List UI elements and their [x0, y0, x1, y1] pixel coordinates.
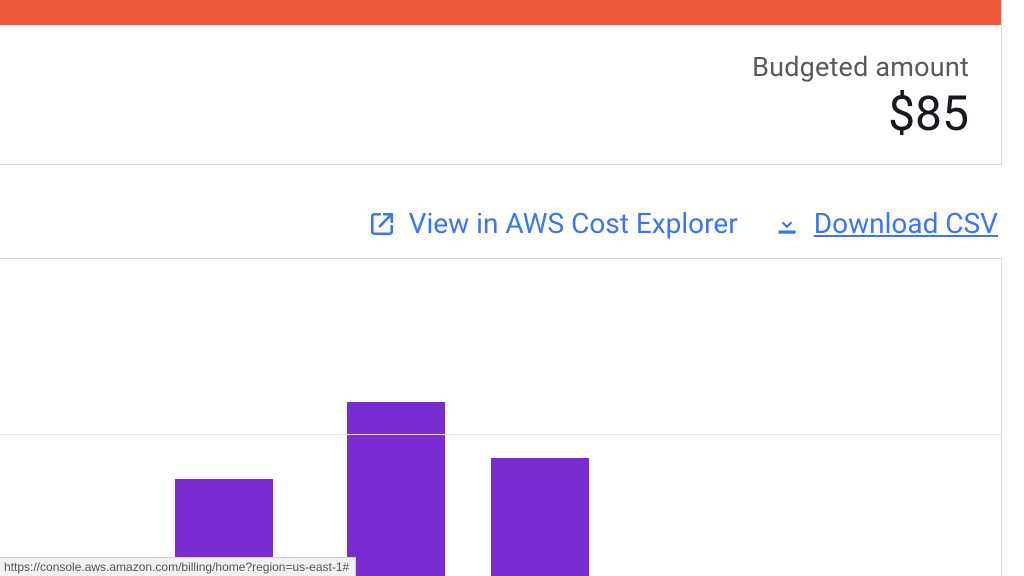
- view-cost-explorer-label: View in AWS Cost Explorer: [409, 207, 738, 240]
- cost-chart-card: [0, 258, 1002, 576]
- download-icon: [774, 211, 800, 237]
- budgeted-amount-value: $85: [30, 85, 969, 142]
- budget-block: Budgeted amount $85: [0, 25, 1001, 164]
- download-csv-link[interactable]: Download CSV: [774, 207, 998, 240]
- bar-chart: [0, 259, 1001, 576]
- chart-bar: [347, 402, 445, 576]
- chart-actions-row: View in AWS Cost Explorer Download CSV: [0, 165, 1024, 258]
- chart-gridline: [0, 434, 1001, 435]
- budget-card: Budgeted amount $85: [0, 0, 1002, 165]
- external-link-icon: [369, 211, 395, 237]
- alert-bar: [0, 0, 1001, 25]
- browser-status-url: https://console.aws.amazon.com/billing/h…: [0, 557, 356, 576]
- budgeted-amount-label: Budgeted amount: [30, 51, 969, 83]
- view-cost-explorer-link[interactable]: View in AWS Cost Explorer: [369, 207, 738, 240]
- download-csv-label: Download CSV: [814, 207, 998, 240]
- chart-bar: [491, 458, 589, 576]
